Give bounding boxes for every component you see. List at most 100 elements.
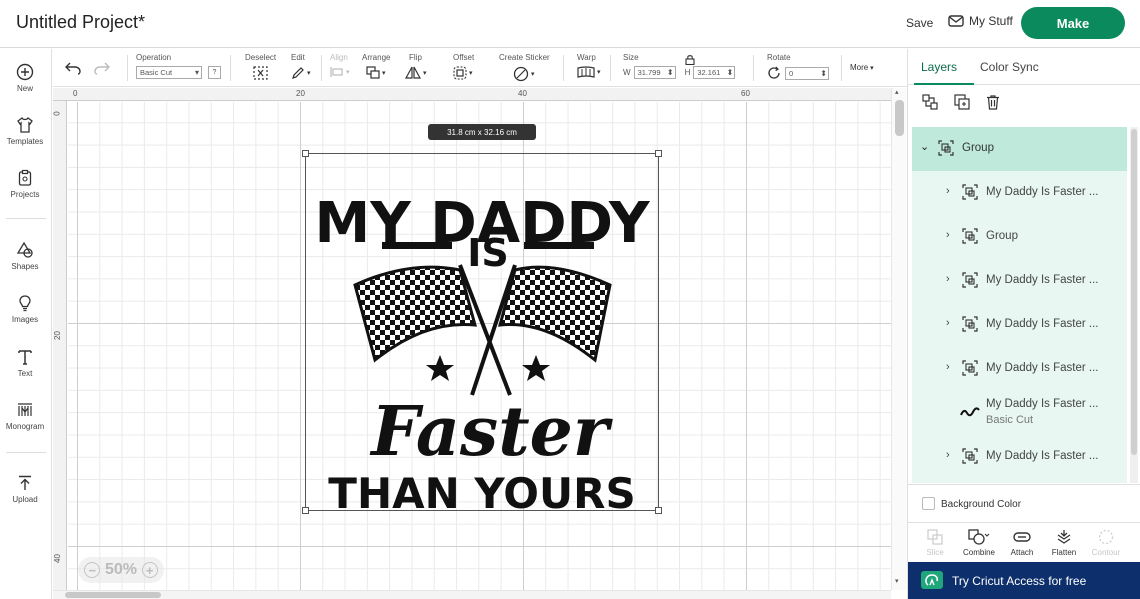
chevron-right-icon[interactable]: › — [946, 229, 950, 241]
scroll-thumb[interactable] — [895, 100, 904, 136]
flip-group[interactable]: Flip ▾ — [405, 53, 427, 79]
edit-group[interactable]: Edit ▾ — [291, 53, 311, 80]
scroll-down-icon[interactable]: ▾ — [895, 577, 899, 585]
duplicate-icon[interactable] — [954, 94, 970, 110]
tab-color-sync[interactable]: Color Sync — [980, 60, 1039, 74]
chevron-right-icon[interactable]: › — [946, 361, 950, 373]
deselect-icon — [253, 66, 268, 80]
chevron-right-icon[interactable]: › — [946, 449, 950, 461]
layer-row[interactable]: › My Daddy Is Faster ... — [912, 303, 1127, 347]
width-input[interactable]: 31.799 — [633, 66, 676, 79]
sticker-icon — [513, 66, 529, 82]
combine-button[interactable]: Combine — [957, 529, 1001, 557]
group-icon[interactable] — [922, 94, 938, 110]
my-stuff-button[interactable]: My Stuff — [948, 14, 1013, 28]
nav-shapes[interactable]: Shapes — [0, 241, 50, 271]
scroll-up-icon[interactable]: ▴ — [895, 88, 899, 96]
project-title[interactable]: Untitled Project* — [16, 12, 145, 33]
redo-icon[interactable] — [94, 61, 110, 75]
deselect-group[interactable]: Deselect — [245, 53, 276, 82]
layer-row-basic-cut[interactable]: My Daddy Is Faster ... Basic Cut — [912, 391, 1127, 435]
layer-thumbnail-icon — [960, 407, 980, 417]
scroll-thumb[interactable] — [65, 592, 161, 598]
contour-button[interactable]: Contour — [1084, 529, 1128, 557]
layer-actions — [908, 86, 1140, 122]
nav-projects[interactable]: Projects — [0, 169, 50, 199]
tab-layers[interactable]: Layers — [921, 60, 957, 74]
chevron-right-icon[interactable]: › — [946, 185, 950, 197]
canvas-horizontal-scrollbar[interactable] — [53, 590, 891, 599]
scroll-thumb[interactable] — [1131, 129, 1137, 455]
save-button[interactable]: Save — [906, 16, 933, 30]
chevron-down-icon: ▾ — [469, 70, 473, 77]
group-layer-icon — [962, 316, 978, 332]
nav-templates[interactable]: Templates — [0, 116, 50, 146]
slice-button[interactable]: Slice — [913, 529, 957, 557]
layer-tools: Slice Combine Attach Flatten Contour — [908, 522, 1140, 562]
ruler-label: 40 — [53, 554, 62, 563]
undo-icon[interactable] — [65, 61, 81, 75]
offset-group[interactable]: Offset ▾ — [453, 53, 474, 80]
cricut-access-icon — [921, 571, 943, 589]
plus-circle-icon — [16, 63, 34, 81]
layer-row[interactable]: › Group — [912, 215, 1127, 259]
nav-monogram[interactable]: Monogram — [0, 401, 50, 431]
operation-help-button[interactable]: ? — [208, 66, 221, 79]
nav-images[interactable]: Images — [0, 294, 50, 324]
group-layer-icon — [962, 360, 978, 376]
layer-row[interactable]: › My Daddy Is Faster ... — [912, 347, 1127, 391]
attach-button[interactable]: Attach — [1000, 529, 1044, 557]
layer-row-group[interactable]: ⌄ Group — [912, 127, 1127, 171]
selection-box[interactable] — [305, 153, 659, 511]
background-color-checkbox[interactable] — [922, 497, 935, 510]
pen-icon — [292, 67, 304, 79]
group-layer-icon — [962, 272, 978, 288]
resize-handle[interactable] — [302, 150, 309, 157]
resize-handle[interactable] — [655, 150, 662, 157]
clipboard-icon — [18, 169, 32, 186]
zoom-control: − 50% + — [78, 557, 164, 583]
resize-handle[interactable] — [302, 507, 309, 514]
trash-icon[interactable] — [985, 94, 1001, 110]
more-button[interactable]: More ▾ — [850, 63, 874, 72]
layer-list: ⌄ Group › My Daddy Is Faster ... › Group… — [912, 127, 1127, 483]
zoom-in-icon[interactable]: + — [141, 562, 158, 578]
warp-group[interactable]: Warp ▾ — [577, 53, 601, 78]
flip-icon — [405, 66, 421, 79]
toolbar-divider — [127, 55, 128, 81]
zoom-out-icon[interactable]: − — [84, 562, 101, 578]
nav-new[interactable]: New — [0, 63, 50, 93]
cricut-access-banner[interactable]: Try Cricut Access for free — [908, 562, 1140, 599]
canvas-vertical-scrollbar[interactable]: ▴ ▾ — [891, 88, 907, 590]
background-color-label: Background Color — [941, 499, 1022, 510]
make-button[interactable]: Make — [1021, 7, 1125, 39]
arrange-label: Arrange — [362, 53, 391, 62]
chevron-right-icon[interactable]: › — [946, 317, 950, 329]
lock-icon[interactable] — [685, 54, 695, 65]
nav-upload[interactable]: Upload — [0, 474, 50, 504]
layer-row[interactable]: › My Daddy Is Faster ... — [912, 171, 1127, 215]
rotate-input[interactable]: 0 — [785, 66, 829, 80]
flatten-button[interactable]: Flatten — [1042, 529, 1086, 557]
align-group[interactable]: Align ▾ — [330, 53, 350, 78]
my-stuff-label: My Stuff — [969, 14, 1013, 28]
create-sticker-group[interactable]: Create Sticker ▾ — [499, 53, 550, 82]
toolbar-divider — [841, 55, 842, 81]
height-input[interactable]: 32.161 — [693, 66, 736, 79]
layers-scrollbar[interactable] — [1130, 127, 1138, 483]
slice-icon — [927, 529, 943, 545]
group-layer-icon — [962, 448, 978, 464]
nav-text-label: Text — [17, 369, 33, 378]
nav-upload-label: Upload — [12, 495, 38, 504]
layer-row[interactable]: › My Daddy Is Faster ... — [912, 259, 1127, 303]
resize-handle[interactable] — [655, 507, 662, 514]
arrange-group[interactable]: Arrange ▾ — [362, 53, 390, 79]
layer-row[interactable]: › My Daddy Is Faster ... — [912, 435, 1127, 479]
nav-text[interactable]: Text — [0, 348, 50, 378]
group-layer-icon — [962, 184, 978, 200]
operation-dropdown[interactable]: Basic Cut — [136, 66, 202, 79]
contour-label: Contour — [1091, 548, 1121, 557]
layers-panel: Layers Color Sync ⌄ Group › My Daddy Is … — [907, 49, 1140, 599]
chevron-down-icon[interactable]: ⌄ — [920, 140, 929, 153]
chevron-right-icon[interactable]: › — [946, 273, 950, 285]
